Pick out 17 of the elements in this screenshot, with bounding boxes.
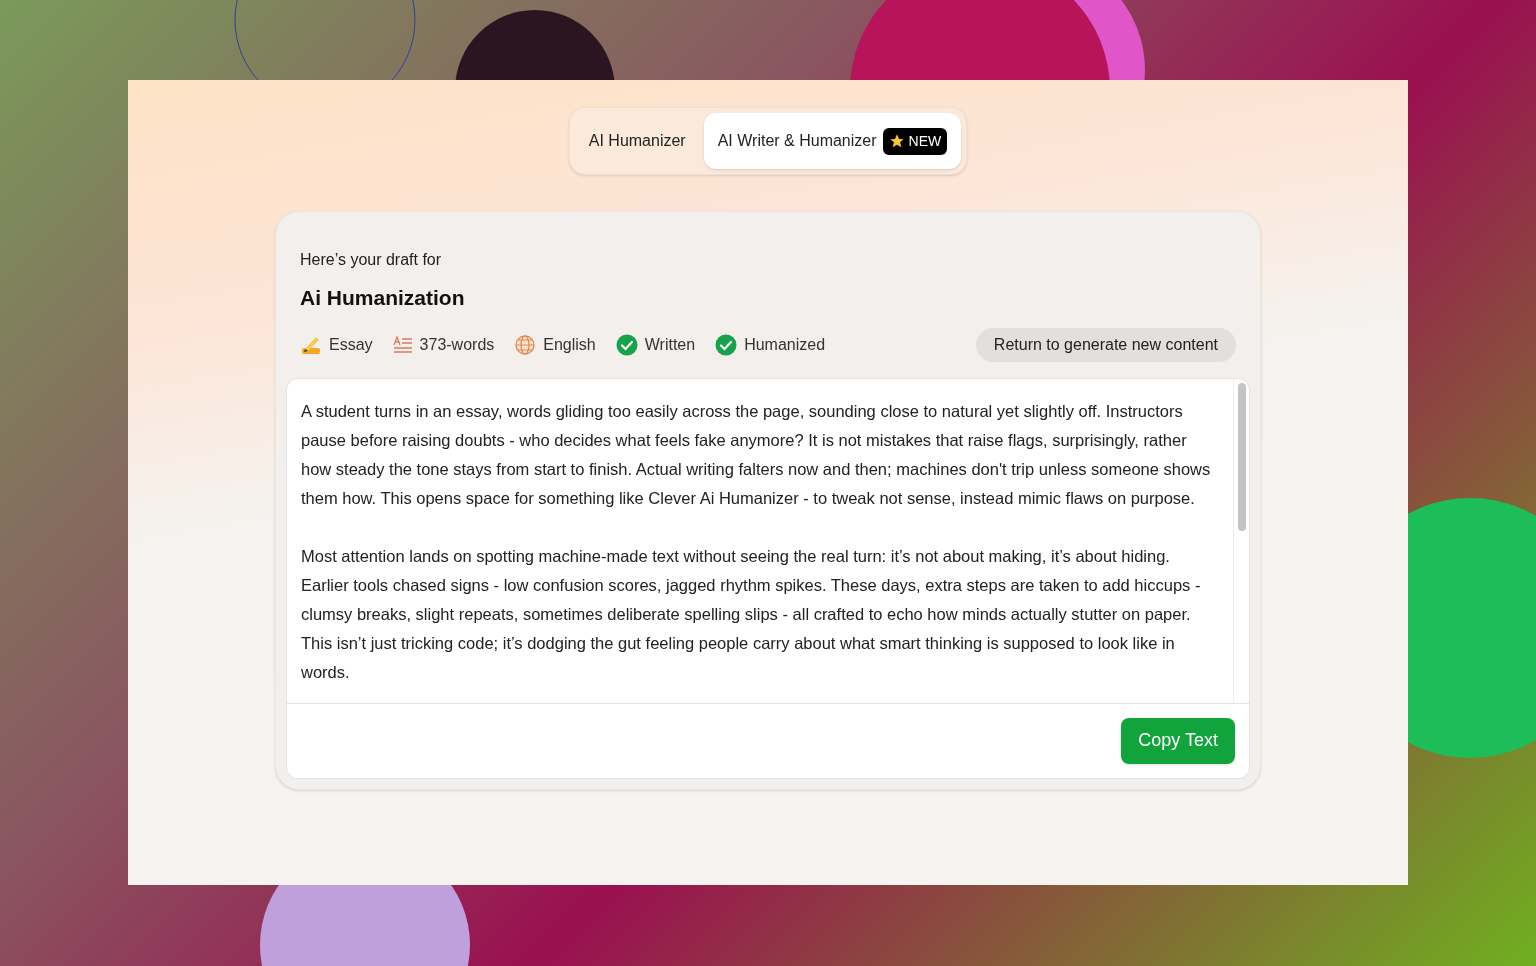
star-icon [888,133,905,149]
tab[interactable]: AI Humanizer [574,113,700,169]
draft-intro: Here’s your draft for [300,250,443,270]
meta-label: 373-words [419,334,495,355]
draft-title: Ai Humanization [300,285,466,311]
draft-paragraph: Most attention lands on spotting machine-made text without seeing the real turn: it’s not about making, it’s about hiding. Earlier tools chased signs - low confusion scores, jagged rhythm spikes. These days, extra steps are taken to add hiccups - clumsy breaks, slight repeats, sometimes deliberate spelling slips - all crafted to echo how minds actually stutter on paper. This isn’t just tricking code; it’s dodging the gut feeling people carry about what smart thinking is supposed to look like in words. [301,545,1202,683]
meta-label: Essay [329,334,373,355]
meta-label: Humanized [744,334,826,355]
new-badge: NEW [882,127,948,155]
return-button[interactable]: Return to generate new content [975,327,1236,362]
meta-label: English [543,334,596,355]
scrollbar-thumb[interactable] [1237,382,1246,531]
draft-paragraph: A student turns in an essay, words gliding too easily across the page, sounding close to natural yet slightly off. Instructors pause before raising doubts - who decides what feels fake anymore? It is not mistakes that raise flags, surprisingly, rather how steady the tone stays from start to finish. Actual writing falters now and then; machines don't trip unless someone shows them how. This opens space for something like Clever Ai Humanizer - to tweak not sense, instead mimic flaws on purpose. [301,400,1211,509]
globe-icon [514,333,537,356]
meta-label: Written [644,334,696,355]
text-lines-icon [392,335,413,354]
tab[interactable]: AI Writer & Humanizer NEW [703,113,962,169]
